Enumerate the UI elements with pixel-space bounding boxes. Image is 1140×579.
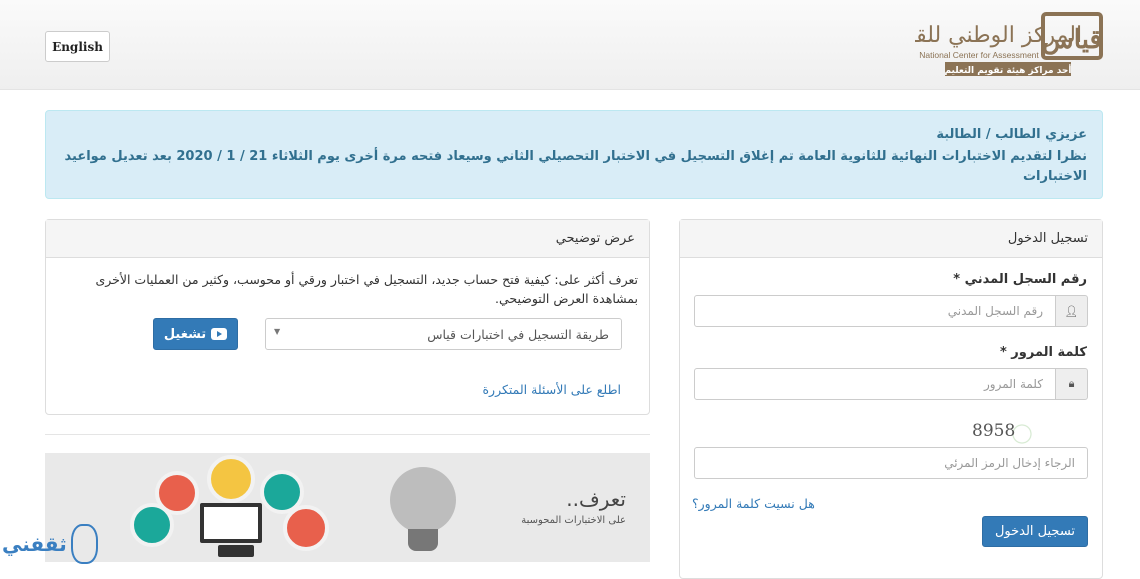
forgot-password-link[interactable]: هل نسيت كلمة المرور؟ <box>692 496 815 511</box>
demo-panel-title: عرض توضيحي <box>46 220 649 258</box>
computerized-tests-banner[interactable]: تعرف.. على الاختبارات المحوسبة <box>45 453 650 562</box>
computer-icon <box>200 503 262 543</box>
captcha-placeholder: الرجاء إدخال الرمز المرئي <box>944 456 1075 470</box>
password-input[interactable]: كلمة المرور <box>694 368 1056 400</box>
demo-description: تعرف أكثر على: كيفية فتح حساب جديد، التس… <box>95 272 638 306</box>
play-button-label: تشغيل <box>163 326 207 342</box>
announcement-alert: عزيزي الطالب / الطالبة نظرا لتقديم الاخت… <box>45 110 1103 199</box>
nca-logo[interactable]: قياس المركز الوطني للقياس National Cente… <box>876 12 1105 78</box>
svg-text:المركز الوطني للقياس: المركز الوطني للقياس <box>915 23 1082 48</box>
lightbulb-icon <box>390 467 456 533</box>
user-icon: 👤︎ <box>1055 295 1088 327</box>
select-value: طريقة التسجيل في اختبارات قياس <box>427 326 609 342</box>
divider <box>45 434 650 435</box>
alert-title: عزيزي الطالب / الطالبة <box>936 127 1087 142</box>
login-submit-button[interactable]: تسجيل الدخول <box>982 516 1088 547</box>
svg-text:National Center for Assessment: National Center for Assessment <box>919 50 1039 60</box>
youtube-play-icon <box>211 328 228 340</box>
alert-message: نظرا لتقديم الاختبارات النهائية للثانوية… <box>64 149 1088 184</box>
demo-panel: عرض توضيحي تعرف أكثر على: كيفية فتح حساب… <box>45 219 650 415</box>
banner-subtitle: على الاختبارات المحوسبة <box>521 515 626 526</box>
login-panel: تسجيل الدخول رقم السجل المدني * رقم السج… <box>679 219 1103 579</box>
watermark-logo: ثقفني <box>2 520 98 568</box>
national-id-input[interactable]: رقم السجل المدني <box>694 295 1056 327</box>
captcha-image: 8958 <box>968 416 1058 446</box>
language-english-button[interactable]: English <box>45 31 110 62</box>
password-placeholder: كلمة المرور <box>983 377 1043 391</box>
play-button[interactable]: تشغيل <box>153 318 238 350</box>
login-panel-title: تسجيل الدخول <box>680 220 1102 258</box>
demo-video-select[interactable]: طريقة التسجيل في اختبارات قياس ▼ <box>265 318 622 350</box>
id-label: رقم السجل المدني * <box>953 272 1087 287</box>
svg-text:أحد مراكز هيئة تقويم التعليم: أحد مراكز هيئة تقويم التعليم <box>945 64 1072 76</box>
captcha-input[interactable]: الرجاء إدخال الرمز المرئي <box>694 447 1088 479</box>
lock-icon: 🔒︎ <box>1055 368 1088 400</box>
keyboard-icon <box>218 545 254 557</box>
captcha-text: 8958 <box>972 421 1016 441</box>
banner-title: تعرف.. <box>566 487 626 511</box>
faq-link[interactable]: اطلع على الأسئلة المتكررة <box>482 382 621 397</box>
password-label: كلمة المرور * <box>999 345 1087 360</box>
caret-down-icon: ▼ <box>274 327 281 336</box>
id-placeholder: رقم السجل المدني <box>947 304 1043 318</box>
